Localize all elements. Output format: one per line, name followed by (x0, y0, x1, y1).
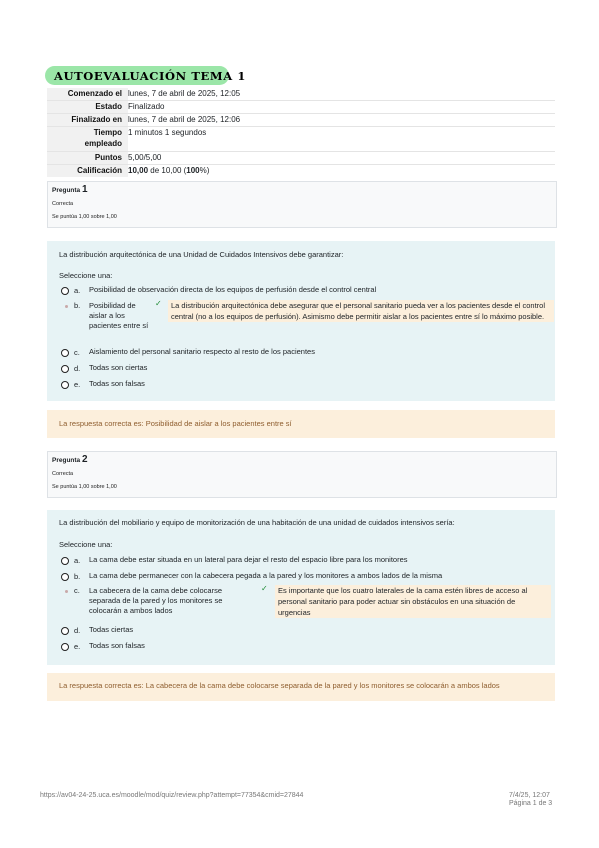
radio-button[interactable] (61, 365, 69, 373)
correct-answer-box: La respuesta correcta es: La cabecera de… (47, 673, 555, 701)
radio-button[interactable] (61, 627, 69, 635)
question-info-box: Pregunta 1 Correcta Se puntúa 1,00 sobre… (47, 181, 557, 228)
summary-row: Puntos 5,00/5,00 (47, 151, 555, 165)
summary-label: Estado (47, 100, 128, 114)
radio-button[interactable] (61, 349, 69, 357)
option-letter: c. (74, 586, 80, 595)
quiz-title-badge: AUTOEVALUACIÓN TEMA 1 (45, 66, 245, 85)
summary-value: lunes, 7 de abril de 2025, 12:06 (128, 115, 241, 124)
radio-button[interactable] (61, 287, 69, 295)
option-text: Todas ciertas (89, 625, 134, 634)
summary-value: 5,00/5,00 (128, 153, 162, 162)
option-text: Todas son ciertas (89, 363, 148, 372)
summary-value: Finalizado (128, 102, 165, 111)
attempt-summary-table: Comenzado el lunes, 7 de abril de 2025, 1… (47, 88, 555, 177)
select-prompt: Seleccione una: (59, 540, 113, 549)
question-info-box: Pregunta 2 Correcta Se puntúa 1,00 sobre… (47, 451, 557, 498)
radio-button[interactable] (61, 381, 69, 389)
question-number: Pregunta 2 (52, 454, 88, 465)
option-text: La cabecera de la cama debe colocarse se… (89, 586, 223, 615)
summary-row: Calificación 10,00 de 10,00 (100%) (47, 164, 555, 177)
option-text: Todas son falsas (89, 641, 145, 650)
option-text: Todas son falsas (89, 379, 145, 388)
option-letter: b. (74, 301, 81, 310)
selected-marker (65, 305, 68, 308)
summary-row: Estado Finalizado (47, 100, 555, 114)
summary-row: Tiempo empleado 1 minutos 1 segundos (47, 126, 555, 152)
option-text: Posibilidad de aislar a los pacientes en… (89, 301, 149, 330)
summary-row: Finalizado en lunes, 7 de abril de 2025, … (47, 113, 555, 127)
correct-answer-text: La respuesta correcta es: Posibilidad de… (59, 419, 292, 428)
selected-marker (65, 590, 68, 593)
option-letter: d. (74, 364, 81, 373)
option-letter: a. (74, 286, 81, 295)
specific-feedback: Es importante que los cuatro laterales d… (275, 585, 551, 618)
option-letter: e. (74, 642, 81, 651)
radio-button[interactable] (61, 643, 69, 651)
question-formulation: La distribución arquitectónica de una Un… (47, 241, 555, 401)
page-title: AUTOEVALUACIÓN TEMA 1 (54, 69, 246, 83)
question-status: Correcta (52, 201, 74, 207)
specific-feedback: La distribución arquitectónica debe aseg… (168, 300, 554, 322)
question-formulation: La distribución del mobiliario y equipo … (47, 510, 555, 665)
option-text: Posibilidad de observación directa de lo… (89, 285, 377, 294)
footer-url[interactable]: https://av04-24-25.uca.es/moodle/mod/qui… (40, 792, 303, 799)
summary-label: Comenzado el (47, 88, 128, 101)
option-text: Aislamiento del personal sanitario respe… (89, 347, 315, 356)
summary-label: Puntos (47, 151, 128, 165)
summary-value: lunes, 7 de abril de 2025, 12:05 (128, 89, 241, 98)
question-score: Se puntúa 1,00 sobre 1,00 (52, 214, 117, 220)
option-text: La cama debe estar situada en un lateral… (89, 555, 408, 564)
summary-label: Calificación (47, 164, 128, 177)
question-text: La distribución arquitectónica de una Un… (59, 250, 344, 259)
summary-label: Tiempo empleado (47, 126, 128, 152)
option-letter: b. (74, 572, 81, 581)
question-status: Correcta (52, 471, 74, 477)
correct-answer-box: La respuesta correcta es: Posibilidad de… (47, 410, 555, 438)
check-icon: ✓ (155, 299, 162, 308)
option-letter: c. (74, 348, 80, 357)
footer-page-number: Página 1 de 3 (509, 800, 553, 807)
summary-row: Comenzado el lunes, 7 de abril de 2025, 1… (47, 88, 555, 101)
correct-answer-text: La respuesta correcta es: La cabecera de… (59, 681, 500, 690)
question-score: Se puntúa 1,00 sobre 1,00 (52, 484, 117, 490)
summary-label: Finalizado en (47, 113, 128, 127)
question-number: Pregunta 1 (52, 184, 88, 195)
summary-value: 1 minutos 1 segundos (128, 128, 207, 137)
radio-button[interactable] (61, 557, 69, 565)
option-letter: e. (74, 380, 81, 389)
footer-date: 7/4/25, 12:07 (509, 792, 550, 799)
option-text: La cama debe permanecer con la cabecera … (89, 571, 443, 580)
check-icon: ✓ (261, 584, 268, 593)
question-text: La distribución del mobiliario y equipo … (59, 518, 455, 527)
grade-value: 10,00 de 10,00 (100%) (128, 166, 210, 175)
select-prompt: Seleccione una: (59, 271, 113, 280)
option-letter: a. (74, 556, 81, 565)
radio-button[interactable] (61, 573, 69, 581)
option-letter: d. (74, 626, 81, 635)
